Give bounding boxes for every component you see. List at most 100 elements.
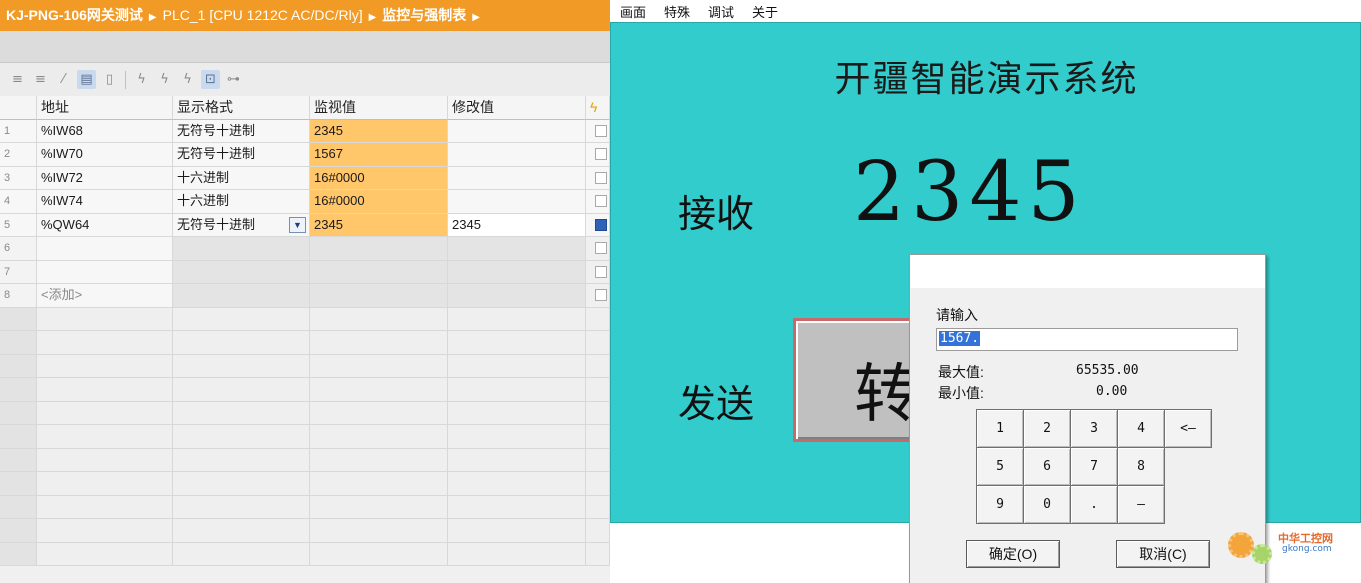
empty-cell xyxy=(586,378,610,402)
watermark-logo: 中华工控网 gkong.com xyxy=(1222,524,1352,574)
modify-checkbox[interactable] xyxy=(595,148,607,160)
enable-peripheral-icon[interactable]: ϟ xyxy=(178,70,197,89)
address-cell[interactable]: %IW70 xyxy=(37,143,173,167)
table-row[interactable]: 3 %IW72 十六进制 16#0000 xyxy=(0,166,610,190)
key-decimal[interactable]: . xyxy=(1070,485,1118,524)
table-row[interactable]: 7 xyxy=(0,260,610,284)
header-format[interactable]: 显示格式 xyxy=(173,96,310,120)
modify-value-cell[interactable] xyxy=(448,143,586,167)
modify-checkbox[interactable] xyxy=(595,242,607,254)
table-row[interactable]: 2 %IW70 无符号十进制 1567 xyxy=(0,143,610,167)
empty-cell xyxy=(173,354,310,378)
breadcrumb-table[interactable]: 监控与强制表 xyxy=(382,7,466,23)
format-cell[interactable]: 无符号十进制 xyxy=(173,119,310,143)
key-2[interactable]: 2 xyxy=(1023,409,1071,448)
menu-item-special[interactable]: 特殊 xyxy=(664,2,690,21)
send-label: 发送 xyxy=(678,382,755,426)
menu-item-screen[interactable]: 画面 xyxy=(620,2,646,21)
key-7[interactable]: 7 xyxy=(1070,447,1118,486)
modify-value-cell[interactable] xyxy=(448,260,586,284)
insert-row-icon[interactable]: ≡ xyxy=(8,70,27,89)
show-hide-columns-icon[interactable]: ⊡ xyxy=(201,70,220,89)
header-address[interactable]: 地址 xyxy=(37,96,173,120)
table-row[interactable]: 8 <添加> xyxy=(0,284,610,308)
address-cell[interactable]: %IW68 xyxy=(37,119,173,143)
menu-item-debug[interactable]: 调试 xyxy=(708,2,734,21)
modify-value-cell[interactable] xyxy=(448,166,586,190)
keypad-spacer xyxy=(1164,447,1212,486)
key-0[interactable]: 0 xyxy=(1023,485,1071,524)
input-selected-text: 1567. xyxy=(939,331,981,346)
address-cell[interactable] xyxy=(37,260,173,284)
backspace-key[interactable]: <— xyxy=(1164,409,1212,448)
key-1[interactable]: 1 xyxy=(976,409,1024,448)
table-row[interactable]: 6 xyxy=(0,237,610,261)
address-cell[interactable]: %QW64 xyxy=(37,213,173,237)
modify-value-cell[interactable] xyxy=(448,119,586,143)
format-cell[interactable]: 十六进制 xyxy=(173,166,310,190)
dialog-title-bar[interactable] xyxy=(910,255,1265,288)
modify-value-cell[interactable] xyxy=(448,190,586,214)
modify-now-icon[interactable]: ϟ xyxy=(132,70,151,89)
format-cell[interactable]: 无符号十进制 xyxy=(173,143,310,167)
address-cell[interactable] xyxy=(37,237,173,261)
empty-cell xyxy=(586,331,610,355)
modify-checkbox[interactable] xyxy=(595,171,607,184)
empty-cell xyxy=(448,401,586,425)
expanded-mode-icon[interactable]: ⊶ xyxy=(224,70,243,89)
empty-cell xyxy=(586,307,610,331)
address-cell[interactable]: %IW72 xyxy=(37,166,173,190)
table-row[interactable]: 1 %IW68 无符号十进制 2345 xyxy=(0,119,610,143)
watch-table-panel: KJ-PNG-106网关测试 ▶ PLC_1 [CPU 1212C AC/DC/Rl… xyxy=(0,0,610,583)
empty-cell xyxy=(586,425,610,449)
modify-checkbox[interactable] xyxy=(595,265,607,278)
breadcrumb-separator-icon: ▶ xyxy=(472,12,480,23)
modify-checkbox[interactable] xyxy=(595,289,607,301)
table-row[interactable]: 5 %QW64 无符号十进制 ▼ 2345 2345 xyxy=(0,213,610,237)
empty-cell xyxy=(586,519,610,543)
empty-cell xyxy=(310,542,448,566)
key-8[interactable]: 8 xyxy=(1117,447,1165,486)
modify-value-cell[interactable]: 2345 xyxy=(448,213,586,237)
table-row[interactable]: 4 %IW74 十六进制 16#0000 xyxy=(0,190,610,214)
modify-checkbox[interactable] xyxy=(595,195,607,207)
add-row-icon[interactable]: ≡ xyxy=(31,70,50,89)
row-index: 7 xyxy=(0,260,37,284)
key-4[interactable]: 4 xyxy=(1117,409,1165,448)
key-6[interactable]: 6 xyxy=(1023,447,1071,486)
monitor-once-icon[interactable]: ▯ xyxy=(100,70,119,89)
modify-value-cell[interactable] xyxy=(448,237,586,261)
chevron-down-icon[interactable]: ▼ xyxy=(289,216,306,233)
menu-item-about[interactable]: 关于 xyxy=(752,2,778,21)
add-row-cell[interactable]: <添加> xyxy=(37,284,173,308)
key-9[interactable]: 9 xyxy=(976,485,1024,524)
breadcrumb-project[interactable]: KJ-PNG-106网关测试 xyxy=(6,7,143,23)
header-modify[interactable]: 修改值 xyxy=(448,96,586,120)
format-cell[interactable] xyxy=(173,284,310,308)
modify-checkbox[interactable] xyxy=(595,124,607,137)
empty-cell xyxy=(310,448,448,472)
modify-trigger-icon[interactable]: ϟ xyxy=(155,70,174,89)
address-cell[interactable]: %IW74 xyxy=(37,190,173,214)
cancel-button[interactable]: 取消(C) xyxy=(1116,540,1210,568)
header-monitor[interactable]: 监视值 xyxy=(310,96,448,120)
key-minus[interactable]: — xyxy=(1117,485,1165,524)
empty-cell xyxy=(173,331,310,355)
monitor-all-icon[interactable]: ▤ xyxy=(77,70,96,89)
format-cell[interactable]: 无符号十进制 ▼ xyxy=(173,213,310,237)
key-3[interactable]: 3 xyxy=(1070,409,1118,448)
modify-checkbox-checked[interactable] xyxy=(595,218,607,231)
format-cell[interactable]: 十六进制 xyxy=(173,190,310,214)
value-input[interactable]: 1567. xyxy=(936,328,1238,351)
modify-value-cell[interactable] xyxy=(448,284,586,308)
format-cell[interactable] xyxy=(173,237,310,261)
empty-row xyxy=(0,401,610,425)
empty-cell xyxy=(173,401,310,425)
empty-cell xyxy=(586,448,610,472)
key-5[interactable]: 5 xyxy=(976,447,1024,486)
format-cell[interactable] xyxy=(173,260,310,284)
rename-icon[interactable]: ⁄ xyxy=(54,70,73,89)
breadcrumb-device[interactable]: PLC_1 [CPU 1212C AC/DC/Rly] xyxy=(163,7,363,23)
ok-button[interactable]: 确定(O) xyxy=(966,540,1060,568)
monitor-value-cell xyxy=(310,237,448,261)
